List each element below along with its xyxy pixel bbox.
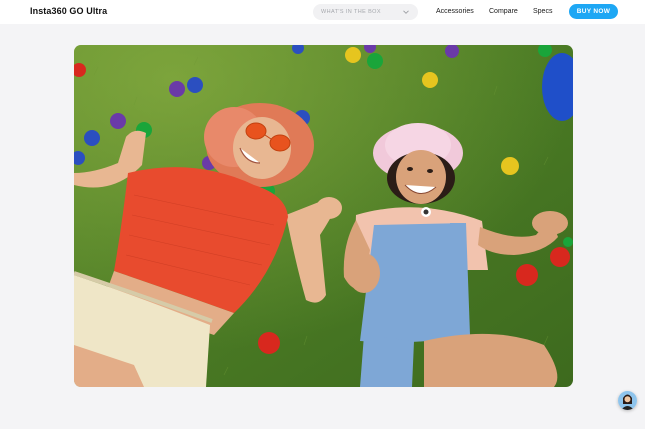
buy-now-button[interactable]: BUY NOW	[569, 4, 618, 19]
dropdown-label: WHAT'S IN THE BOX	[321, 9, 381, 15]
top-navigation-bar: Insta360 GO Ultra WHAT'S IN THE BOX Acce…	[0, 0, 645, 24]
hero-image	[74, 45, 573, 387]
nav-link-compare[interactable]: Compare	[489, 8, 518, 15]
hero-photo-illustration	[74, 45, 573, 387]
whats-in-the-box-dropdown[interactable]: WHAT'S IN THE BOX	[313, 4, 418, 20]
brand-title[interactable]: Insta360 GO Ultra	[30, 6, 107, 16]
chevron-down-icon	[403, 10, 409, 14]
nav-link-specs[interactable]: Specs	[533, 8, 552, 15]
nav-link-accessories[interactable]: Accessories	[436, 8, 474, 15]
chat-avatar-icon[interactable]	[618, 391, 637, 410]
